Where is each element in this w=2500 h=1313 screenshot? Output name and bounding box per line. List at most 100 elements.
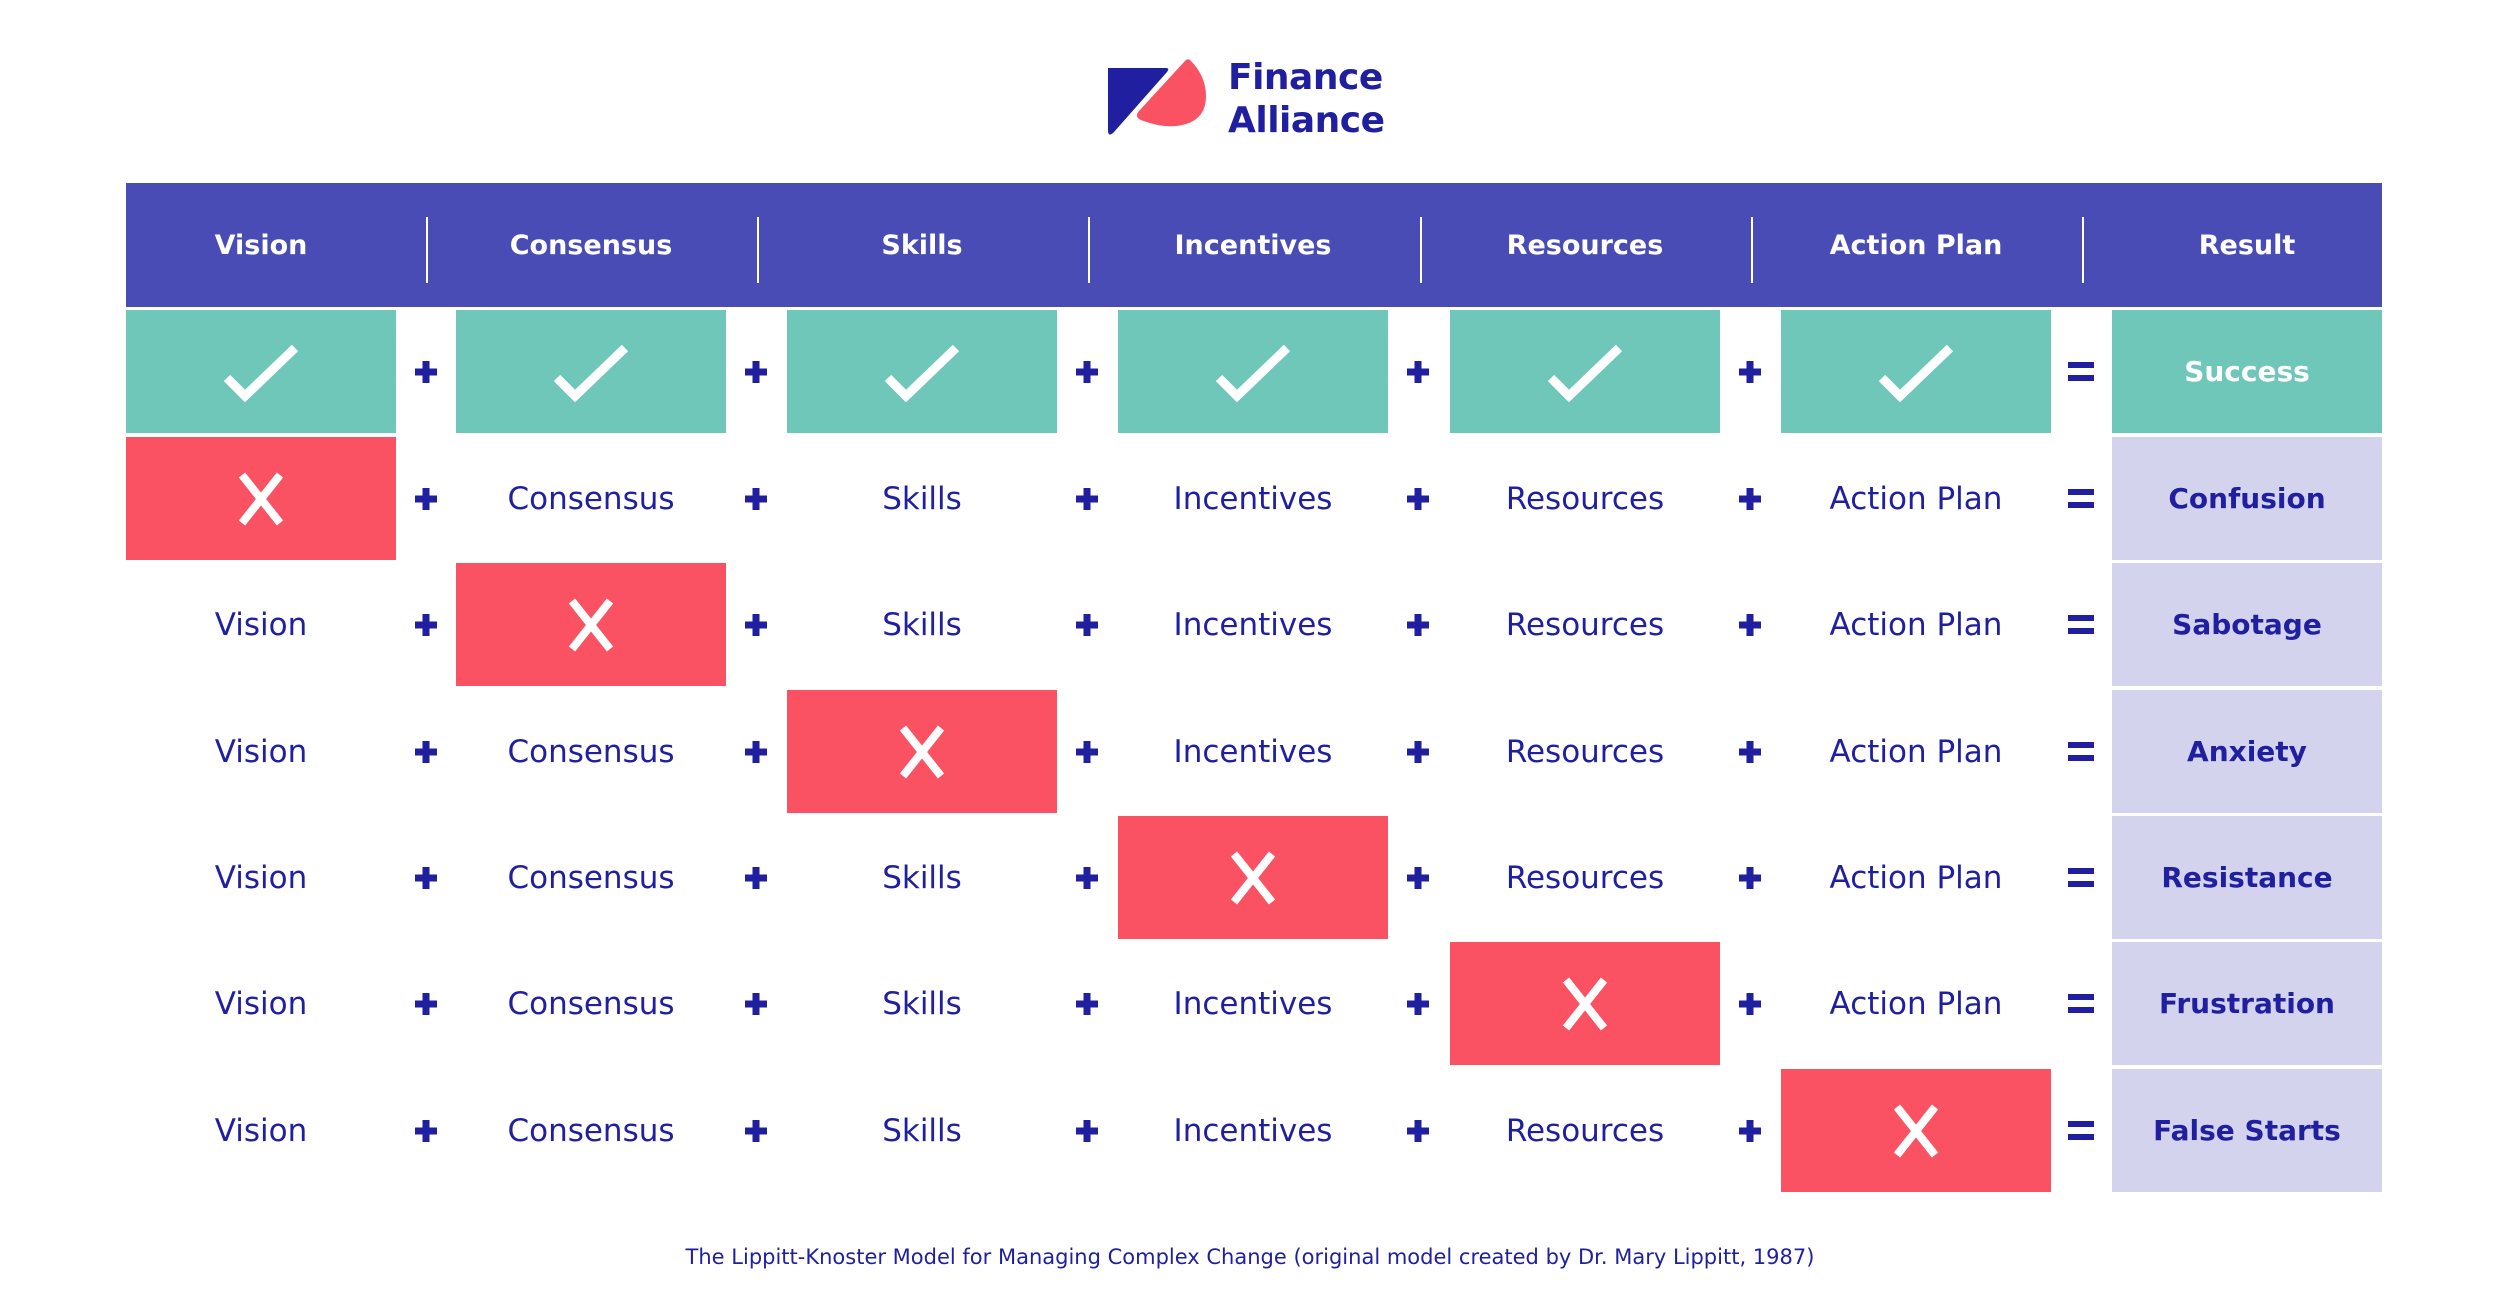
- plus-icon: [1388, 690, 1448, 813]
- cell-consensus: Consensus: [456, 942, 726, 1065]
- plus-icon: [1720, 690, 1780, 813]
- plus-icon: [1388, 942, 1448, 1065]
- cell-incentives-missing: [1118, 816, 1388, 939]
- result-frustration: Frustration: [2112, 942, 2382, 1065]
- cell-label: Vision: [214, 733, 308, 770]
- plus-icon: [1720, 563, 1780, 686]
- brand-name: Finance Alliance: [1228, 56, 1385, 142]
- cell-label: Resources: [1505, 859, 1665, 896]
- cell-consensus-missing: [456, 563, 726, 686]
- caption: The Lippitt-Knoster Model for Managing C…: [685, 1245, 1815, 1269]
- result-false-starts: False Starts: [2112, 1069, 2382, 1192]
- plus-icon: [1388, 563, 1448, 686]
- brand-name-line2: Alliance: [1228, 100, 1385, 141]
- cell-vision: Vision: [126, 942, 396, 1065]
- cell-label: Resources: [1505, 733, 1665, 770]
- cell-consensus-present: [456, 310, 726, 433]
- cell-label: Vision: [214, 859, 308, 896]
- cell-label: Consensus: [507, 985, 675, 1022]
- cell-vision-present: [126, 310, 396, 433]
- plus-icon: [396, 310, 456, 433]
- cell-label: Resources: [1505, 1112, 1665, 1149]
- result-sabotage: Sabotage: [2112, 563, 2382, 686]
- plus-icon: [726, 563, 786, 686]
- equals-icon: [2051, 1069, 2111, 1192]
- equals-icon: [2051, 690, 2111, 813]
- cell-label: Consensus: [507, 480, 675, 517]
- cell-action-plan: Action Plan: [1781, 942, 2051, 1065]
- header-divider: [2082, 217, 2084, 283]
- cell-label: Incentives: [1173, 1112, 1333, 1149]
- plus-icon: [1720, 942, 1780, 1065]
- check-icon: [223, 342, 299, 402]
- plus-icon: [1057, 942, 1117, 1065]
- cell-incentives-present: [1118, 310, 1388, 433]
- cell-action-plan-missing: [1781, 1069, 2051, 1192]
- cell-label: Consensus: [507, 733, 675, 770]
- cell-skills-present: [787, 310, 1057, 433]
- plus-icon: [396, 1069, 456, 1192]
- cell-incentives: Incentives: [1118, 1069, 1388, 1192]
- x-icon: [897, 725, 947, 779]
- cell-label: Vision: [214, 1112, 308, 1149]
- plus-icon: [726, 437, 786, 560]
- plus-icon: [1057, 563, 1117, 686]
- cell-vision: Vision: [126, 1069, 396, 1192]
- cell-label: Resources: [1505, 480, 1665, 517]
- x-icon: [1228, 851, 1278, 905]
- cell-resources: Resources: [1450, 816, 1720, 939]
- plus-icon: [1388, 816, 1448, 939]
- cell-label: Consensus: [507, 1112, 675, 1149]
- cell-vision: Vision: [126, 690, 396, 813]
- header-result: Result: [2198, 229, 2296, 261]
- header-consensus: Consensus: [509, 229, 673, 261]
- equals-icon: [2051, 563, 2111, 686]
- brand-name-line1: Finance: [1228, 57, 1383, 98]
- cell-resources-present: [1450, 310, 1720, 433]
- header-incentives: Incentives: [1174, 229, 1332, 261]
- cell-vision-missing: [126, 437, 396, 560]
- cell-skills: Skills: [787, 816, 1057, 939]
- x-icon: [1891, 1104, 1941, 1158]
- cell-skills-missing: [787, 690, 1057, 813]
- cell-label: Incentives: [1173, 480, 1333, 517]
- plus-icon: [1388, 437, 1448, 560]
- equals-icon: [2051, 437, 2111, 560]
- header-divider: [1088, 217, 1090, 283]
- cell-label: Skills: [882, 985, 962, 1022]
- header-divider: [1751, 217, 1753, 283]
- header-vision: Vision: [214, 229, 308, 261]
- equals-icon: [2051, 816, 2111, 939]
- plus-icon: [726, 1069, 786, 1192]
- cell-vision: Vision: [126, 816, 396, 939]
- plus-icon: [726, 690, 786, 813]
- check-icon: [884, 342, 960, 402]
- plus-icon: [1057, 1069, 1117, 1192]
- cell-resources: Resources: [1450, 437, 1720, 560]
- plus-icon: [396, 690, 456, 813]
- plus-icon: [396, 942, 456, 1065]
- cell-label: Action Plan: [1829, 985, 2003, 1022]
- cell-action-plan: Action Plan: [1781, 437, 2051, 560]
- plus-icon: [1057, 690, 1117, 813]
- plus-icon: [726, 816, 786, 939]
- cell-skills: Skills: [787, 563, 1057, 686]
- cell-label: Resources: [1505, 606, 1665, 643]
- cell-label: Skills: [882, 859, 962, 896]
- equals-icon: [2051, 310, 2111, 433]
- cell-resources: Resources: [1450, 563, 1720, 686]
- cell-incentives: Incentives: [1118, 942, 1388, 1065]
- cell-action-plan-present: [1781, 310, 2051, 433]
- cell-label: Incentives: [1173, 985, 1333, 1022]
- plus-icon: [1057, 816, 1117, 939]
- plus-icon: [1388, 310, 1448, 433]
- plus-icon: [1720, 1069, 1780, 1192]
- plus-icon: [1720, 310, 1780, 433]
- cell-incentives: Incentives: [1118, 437, 1388, 560]
- cell-label: Action Plan: [1829, 606, 2003, 643]
- plus-icon: [726, 942, 786, 1065]
- finance-alliance-logo: Finance Alliance: [1106, 56, 1406, 146]
- cell-label: Consensus: [507, 859, 675, 896]
- result-anxiety: Anxiety: [2112, 690, 2382, 813]
- logo-mark-icon: [1106, 56, 1206, 146]
